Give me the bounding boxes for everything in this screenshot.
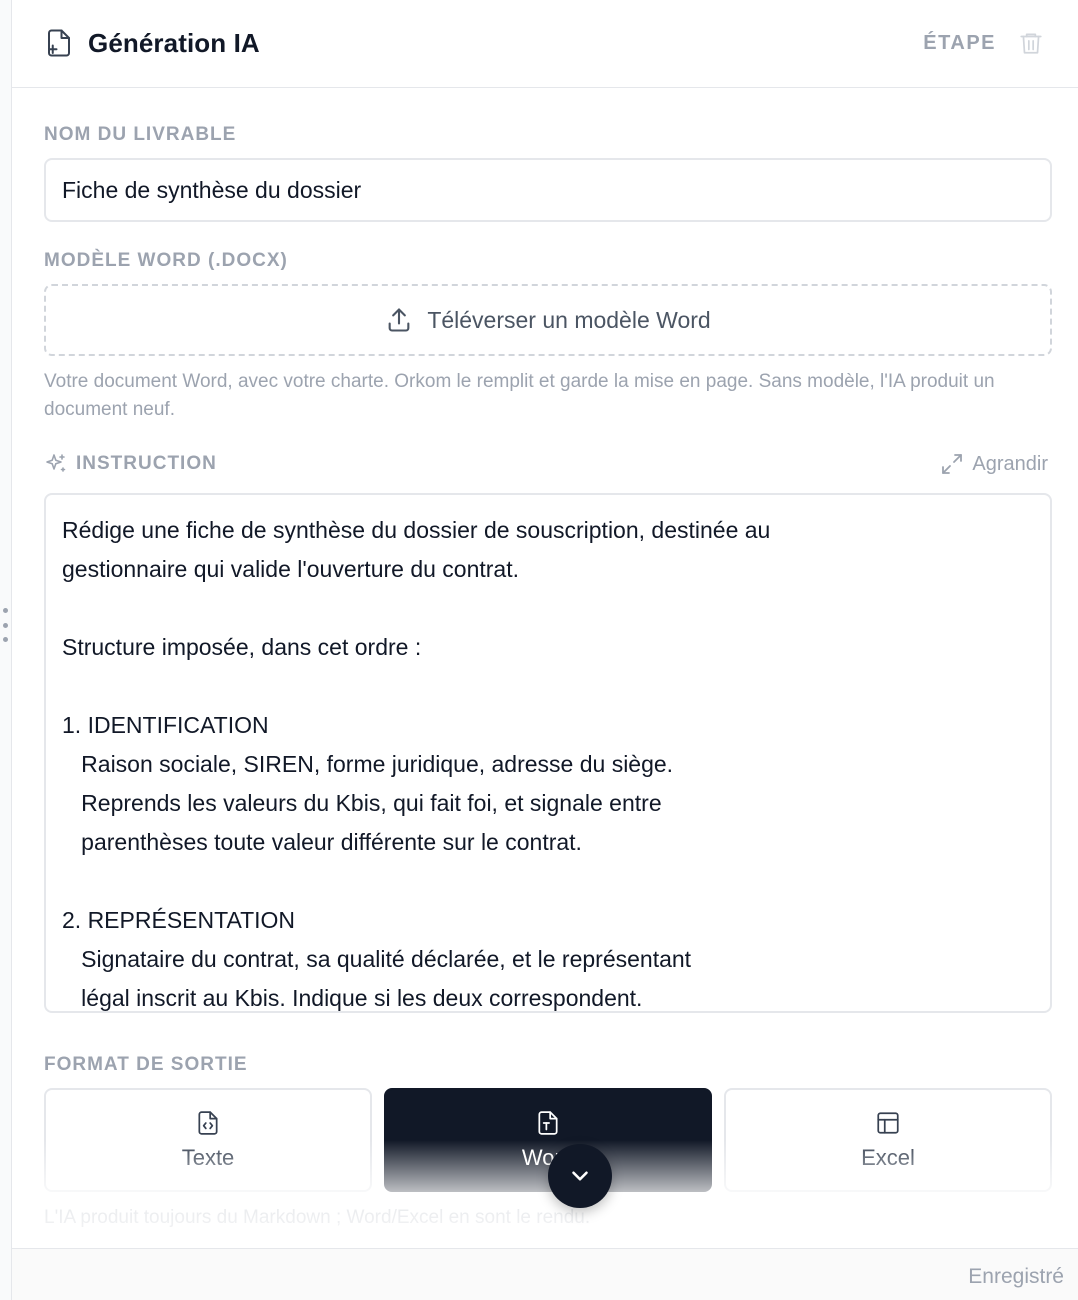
- upload-template-button[interactable]: Téléverser un modèle Word: [44, 284, 1052, 356]
- file-code-icon: [198, 1111, 218, 1135]
- expand-icon: [942, 454, 963, 474]
- template-help-text: Votre document Word, avec votre charte. …: [44, 371, 995, 420]
- output-format-label: FORMAT DE SORTIE: [44, 1054, 248, 1075]
- drag-dot: [2, 608, 8, 613]
- file-plus-icon: [48, 29, 70, 57]
- format-option-text[interactable]: Texte: [44, 1088, 372, 1192]
- format-option-label: Excel: [861, 1145, 915, 1170]
- page-title: Génération IA: [88, 28, 260, 58]
- drag-dot: [2, 637, 8, 642]
- word-template-label: MODÈLE WORD (.DOCX): [44, 250, 288, 271]
- scroll-down-button[interactable]: [548, 1144, 612, 1208]
- upload-icon: [388, 308, 410, 332]
- trash-icon[interactable]: [1018, 29, 1044, 57]
- step-panel: Génération IA ÉTAPE NOM DU LIVRABLE MODÈ…: [12, 0, 1078, 1300]
- saved-status: Enregistré: [968, 1265, 1064, 1288]
- instruction-label: INSTRUCTION: [76, 453, 217, 474]
- sparkles-icon: [46, 454, 66, 472]
- expand-label: Agrandir: [972, 452, 1048, 475]
- instruction-label-group: INSTRUCTION: [44, 452, 217, 476]
- left-rail: [0, 0, 12, 1300]
- table-icon: [877, 1112, 899, 1134]
- instruction-textarea[interactable]: Rédige une fiche de synthèse du dossier …: [44, 493, 1052, 1013]
- panel-footer: Enregistré: [12, 1248, 1078, 1300]
- output-format-footnote: L'IA produit toujours du Markdown ; Word…: [44, 1207, 591, 1228]
- format-option-label: Texte: [181, 1145, 235, 1170]
- file-type-icon: [538, 1111, 558, 1135]
- upload-template-label: Téléverser un modèle Word: [427, 306, 711, 333]
- deliverable-name-label: NOM DU LIVRABLE: [44, 124, 237, 145]
- drag-dot: [2, 622, 8, 628]
- drag-handle[interactable]: [1, 608, 9, 642]
- panel-header: Génération IA ÉTAPE: [12, 0, 1078, 88]
- step-label: ÉTAPE: [923, 32, 996, 54]
- deliverable-name-input[interactable]: [44, 158, 1052, 222]
- format-option-excel[interactable]: Excel: [724, 1088, 1052, 1192]
- expand-button[interactable]: Agrandir: [940, 452, 1048, 476]
- chevron-down-icon: [572, 1171, 588, 1181]
